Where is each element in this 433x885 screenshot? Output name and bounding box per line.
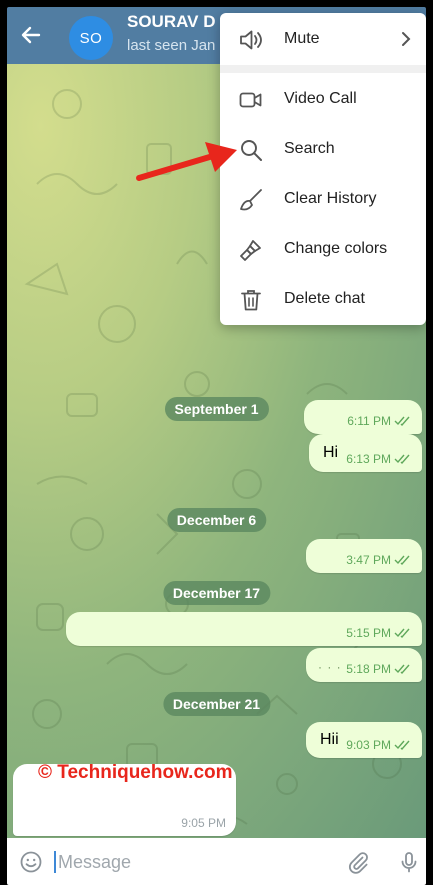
message-bubble[interactable]: 6:11 PM [304,400,422,434]
message-text: Hi [323,444,339,461]
date-separator: December 17 [162,581,271,605]
chat-options-menu: Mute Video Call Search Clear History Cha… [220,13,426,325]
message-composer: Message [7,838,426,885]
date-separator: December 6 [166,508,267,532]
menu-item-label: Delete chat [284,290,365,307]
menu-item-video-call[interactable]: Video Call [220,74,426,124]
emoji-icon[interactable] [19,850,43,874]
message-meta: 3:47 PM [346,553,412,567]
contact-name[interactable]: SOURAV D [127,12,215,32]
message-time: 9:05 PM [181,816,226,830]
video-camera-icon [239,92,262,108]
double-check-icon [394,555,410,565]
date-separator: December 21 [162,692,271,716]
annotation-arrow-icon [136,142,237,181]
message-bubble[interactable]: Hi 6:13 PM [309,434,422,472]
message-bubble[interactable]: · · · 5:18 PM [306,648,422,682]
message-meta: 9:05 PM [181,816,226,830]
menu-item-clear-history[interactable]: Clear History [220,174,426,224]
double-check-icon [394,416,410,426]
message-time: 3:47 PM [346,553,391,567]
message-meta: 5:15 PM [346,626,412,640]
avatar-initials: SO [79,29,103,47]
message-meta: 9:03 PM [346,738,412,752]
message-meta: 6:11 PM [347,414,412,428]
broom-icon [240,189,262,211]
message-time: 5:15 PM [346,626,391,640]
back-arrow-icon[interactable] [19,23,43,47]
message-meta: 5:18 PM [346,662,412,676]
double-check-icon [394,664,410,674]
menu-item-change-colors[interactable]: Change colors [220,224,426,274]
avatar[interactable]: SO [69,16,113,60]
double-check-icon [394,628,410,638]
message-bubble[interactable]: Hii 9:03 PM [306,722,422,758]
menu-item-delete-chat[interactable]: Delete chat [220,274,426,324]
attachment-icon[interactable] [346,850,370,874]
redacted-text: · · · [318,660,342,674]
menu-item-search[interactable]: Search [220,124,426,174]
message-text: Hii [320,731,339,748]
double-check-icon [394,454,410,464]
chevron-right-icon [402,32,411,46]
message-meta: 6:13 PM [346,452,412,466]
menu-item-mute[interactable]: Mute [220,14,426,64]
last-seen-status: last seen Jan 1 [127,37,228,54]
menu-divider [220,65,426,73]
message-input[interactable]: Message [58,852,131,873]
message-bubble[interactable]: 3:47 PM [306,539,422,573]
watermark: © Techniquehow.com [38,762,233,783]
message-bubble[interactable]: 5:15 PM [66,612,422,646]
menu-item-label: Mute [284,30,320,47]
message-time: 6:11 PM [347,414,391,428]
speaker-icon [240,30,262,50]
text-cursor [54,851,56,873]
paint-brush-icon [240,240,261,261]
double-check-icon [394,740,410,750]
menu-item-label: Clear History [284,190,377,207]
menu-item-label: Video Call [284,90,357,107]
microphone-icon[interactable] [397,850,421,874]
menu-item-label: Change colors [284,240,388,257]
message-time: 6:13 PM [346,452,391,466]
message-time: 9:03 PM [346,738,391,752]
trash-icon [241,290,261,311]
date-separator: September 1 [164,397,269,421]
message-time: 5:18 PM [346,662,391,676]
menu-item-label: Search [284,140,335,157]
